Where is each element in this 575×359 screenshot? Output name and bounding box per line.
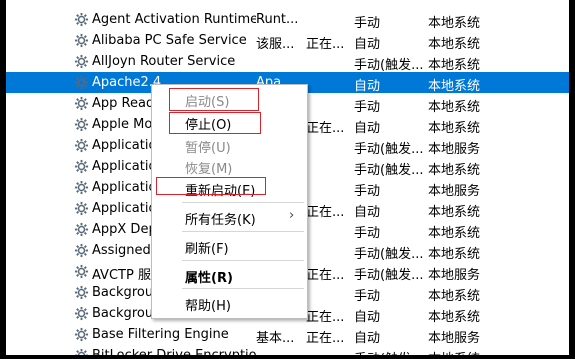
service-logon-as: 本地系统 — [428, 289, 481, 304]
service-logon-as: 本地系统 — [428, 100, 481, 115]
service-startup-type: 手动(触发... — [354, 348, 423, 355]
service-description: 基本... — [256, 331, 295, 346]
service-startup-type: 自动 — [354, 331, 381, 346]
service-startup-type: 自动 — [354, 205, 381, 220]
service-status: 正在... — [306, 268, 345, 283]
highlight-box-restart — [156, 177, 266, 195]
gear-icon — [74, 222, 89, 237]
service-startup-type: 手动 — [354, 184, 381, 199]
service-logon-as: 本地系统 — [428, 37, 481, 52]
service-startup-type: 手动 — [354, 289, 381, 304]
gear-icon — [74, 327, 89, 342]
gear-icon — [74, 33, 89, 48]
service-logon-as: 本地系统 — [428, 121, 481, 136]
service-description: 该服... — [256, 37, 295, 52]
service-row[interactable]: Agent Activation Runtime... Runt... 手动 本地系统 — [6, 9, 569, 31]
service-logon-as: 本地系统 — [428, 58, 481, 73]
menu-item-pause[interactable]: 暂停(U) — [152, 134, 307, 156]
service-name: Base Filtering Engine — [92, 327, 229, 342]
service-startup-type: 手动 — [354, 16, 381, 31]
gear-icon — [74, 180, 89, 195]
screenshot-frame: Agent Activation Runtime... Runt... 手动 本地系统… — [0, 0, 575, 359]
gear-icon — [74, 138, 89, 153]
service-startup-type: 自动 — [354, 79, 381, 94]
service-startup-type: 自动 — [354, 310, 381, 325]
gear-icon — [74, 306, 89, 321]
gear-icon — [74, 201, 89, 216]
service-status: 正在... — [306, 205, 345, 220]
service-startup-type: 手动(触发... — [354, 142, 424, 157]
service-status: 正在... — [306, 121, 345, 136]
service-logon-as: 本地服务 — [428, 142, 481, 157]
service-logon-as: 本地系统 — [428, 226, 481, 241]
menu-item-properties[interactable]: 属性(R) — [152, 264, 307, 286]
gear-icon — [74, 96, 89, 111]
gear-icon — [74, 285, 89, 300]
gear-icon — [74, 243, 89, 258]
menu-separator — [182, 231, 304, 232]
service-logon-as: 本地服务 — [428, 268, 481, 283]
menu-item-properties-label: 属性(R) — [185, 271, 233, 286]
service-startup-type: 手动(触发... — [354, 268, 424, 283]
menu-item-resume[interactable]: 恢复(M) — [152, 155, 307, 177]
submenu-arrow-icon: › — [289, 208, 295, 223]
service-logon-as: 本地系统 — [428, 79, 481, 94]
service-startup-type: 手动(触发... — [354, 58, 424, 73]
service-name: BitLocker Drive Encryption... — [92, 348, 256, 355]
menu-item-resume-label: 恢复(M) — [185, 162, 233, 177]
gear-icon — [74, 12, 89, 27]
menu-item-all-tasks-label: 所有任务(K) — [185, 213, 256, 228]
service-row[interactable]: AllJoyn Router Service 手动(触发... 本地系统 — [6, 51, 569, 73]
menu-separator — [182, 202, 304, 203]
menu-item-help-label: 帮助(H) — [185, 299, 231, 314]
service-startup-type: 手动(触发... — [354, 247, 424, 262]
service-row[interactable]: BitLocker Drive Encryption... 手动(触发... 本地系… — [6, 345, 569, 355]
menu-item-help[interactable]: 帮助(H) — [152, 292, 307, 314]
menu-item-refresh[interactable]: 刷新(F) — [152, 235, 307, 257]
menu-item-refresh-label: 刷新(F) — [185, 242, 229, 257]
menu-item-pause-label: 暂停(U) — [185, 141, 231, 156]
service-startup-type: 手动 — [354, 226, 381, 241]
service-startup-type: 自动 — [354, 121, 381, 136]
menu-separator — [182, 288, 304, 289]
service-status: 正在... — [306, 310, 345, 325]
service-row[interactable]: Base Filtering Engine 基本... 正在... 自动 本地服务 — [6, 324, 569, 346]
gear-icon — [74, 54, 89, 69]
service-logon-as: 本地系统 — [428, 348, 480, 355]
menu-separator — [182, 260, 304, 261]
highlight-box-stop — [169, 112, 261, 134]
service-logon-as: 本地系统 — [428, 247, 481, 262]
service-logon-as: 本地系统 — [428, 205, 481, 220]
gear-icon — [74, 159, 89, 174]
services-list: Agent Activation Runtime... Runt... 手动 本地系统… — [6, 0, 569, 355]
gear-icon — [74, 117, 89, 132]
service-name: Alibaba PC Safe Service — [92, 33, 247, 48]
service-logon-as: 本地系统 — [428, 16, 481, 31]
gear-icon — [74, 264, 89, 279]
service-logon-as: 本地系统 — [428, 163, 481, 178]
service-status: 正在... — [306, 37, 345, 52]
gear-icon — [74, 75, 89, 90]
service-logon-as: 本地服务 — [428, 331, 481, 346]
service-status: 正在... — [306, 331, 345, 346]
gear-icon — [74, 348, 89, 355]
service-row[interactable]: Alibaba PC Safe Service 该服... 正在... 自动 本地系统 — [6, 30, 569, 52]
service-name: AllJoyn Router Service — [92, 54, 236, 69]
service-name: Agent Activation Runtime... — [92, 12, 256, 27]
service-logon-as: 本地系统 — [428, 310, 481, 325]
service-startup-type: 手动(触发... — [354, 163, 424, 178]
service-startup-type: 自动 — [354, 37, 381, 52]
service-logon-as: 本地服务 — [428, 184, 481, 199]
highlight-box-start — [169, 88, 259, 111]
service-startup-type: 手动 — [354, 100, 381, 115]
service-description: Runt... — [256, 12, 299, 27]
menu-item-all-tasks[interactable]: 所有任务(K) › — [152, 206, 307, 228]
